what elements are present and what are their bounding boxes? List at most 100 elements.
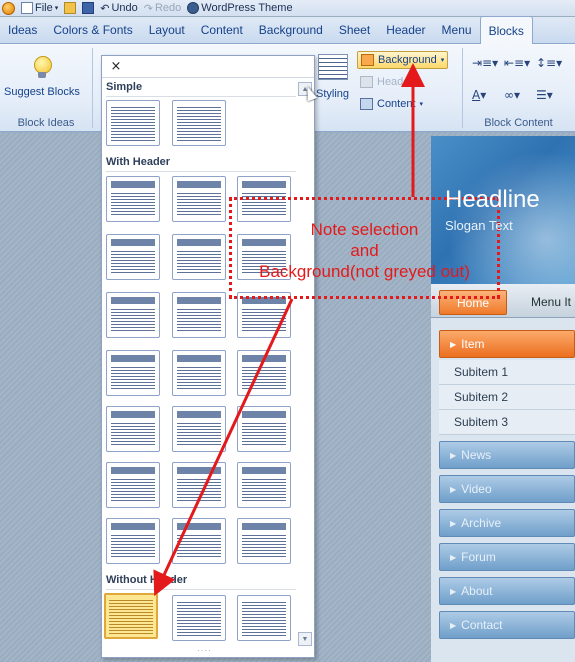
block-thumbnail[interactable] bbox=[106, 406, 160, 452]
tab-ideas[interactable]: Ideas bbox=[0, 16, 45, 43]
header-button[interactable]: Header bbox=[357, 73, 416, 91]
group-separator bbox=[92, 48, 93, 128]
triangle-right-icon: ▶ bbox=[450, 552, 457, 562]
block-thumbnail[interactable] bbox=[106, 292, 160, 338]
block-thumbnail[interactable] bbox=[237, 595, 291, 641]
header-icon bbox=[360, 76, 373, 88]
lightbulb-icon bbox=[31, 56, 53, 82]
block-thumbnail[interactable] bbox=[237, 350, 291, 396]
submenu-item[interactable]: Subitem 2 bbox=[439, 385, 575, 410]
list-icon[interactable]: ☰▾ bbox=[536, 88, 553, 102]
font-color-icon[interactable]: A▾ bbox=[472, 88, 486, 102]
open-button[interactable] bbox=[64, 2, 77, 14]
block-thumbnail[interactable] bbox=[106, 234, 160, 280]
vmenu-item-archive[interactable]: ▶ Archive bbox=[439, 509, 575, 537]
line-spacing-icon[interactable]: ↕≡▾ bbox=[536, 56, 562, 70]
indent-icon[interactable]: ⇥≡▾ bbox=[472, 56, 498, 70]
undo-icon: ↶ bbox=[100, 1, 110, 15]
block-content-group-label: Block Content bbox=[484, 117, 553, 129]
block-thumbnail[interactable] bbox=[237, 518, 291, 564]
vmenu-item-contact[interactable]: ▶ Contact bbox=[439, 611, 575, 639]
styling-button[interactable]: Styling bbox=[316, 54, 349, 100]
site-headline: Headline bbox=[445, 186, 540, 213]
triangle-right-icon: ▶ bbox=[450, 586, 457, 596]
wordpress-theme-button[interactable]: WordPress Theme bbox=[187, 2, 293, 14]
triangle-right-icon: ▶ bbox=[450, 484, 457, 494]
submenu-item[interactable]: Subitem 3 bbox=[439, 410, 575, 435]
section-heading-simple: Simple bbox=[106, 81, 143, 93]
folder-icon bbox=[64, 2, 77, 14]
tab-sheet[interactable]: Sheet bbox=[331, 16, 378, 43]
section-heading-without-header: Without Header bbox=[106, 574, 188, 586]
submenu-item[interactable]: Subitem 1 bbox=[439, 360, 575, 385]
section-divider bbox=[106, 589, 296, 590]
section-divider bbox=[106, 171, 296, 172]
background-icon bbox=[361, 54, 374, 66]
vmenu-item-active[interactable]: ▶ Item bbox=[439, 330, 575, 358]
block-thumbnail[interactable] bbox=[106, 176, 160, 222]
vmenu-item-about[interactable]: ▶ About bbox=[439, 577, 575, 605]
suggest-blocks-button[interactable]: Suggest Blocks bbox=[4, 56, 80, 98]
vmenu-item-video[interactable]: ▶ Video bbox=[439, 475, 575, 503]
block-thumbnail[interactable] bbox=[172, 234, 226, 280]
block-thumbnail-selected[interactable] bbox=[104, 593, 158, 639]
gallery-toolbar: × bbox=[102, 56, 314, 78]
content-icon bbox=[360, 98, 373, 110]
tab-menu[interactable]: Menu bbox=[434, 16, 480, 43]
close-icon[interactable]: × bbox=[108, 59, 124, 75]
block-thumbnail[interactable] bbox=[172, 176, 226, 222]
block-thumbnail[interactable] bbox=[106, 518, 160, 564]
triangle-right-icon: ▶ bbox=[450, 518, 457, 528]
tab-colors-fonts[interactable]: Colors & Fonts bbox=[45, 16, 140, 43]
block-thumbnail[interactable] bbox=[172, 518, 226, 564]
block-thumbnail[interactable] bbox=[172, 462, 226, 508]
block-ideas-group-label: Block Ideas bbox=[17, 117, 75, 129]
block-thumbnail[interactable] bbox=[106, 100, 160, 146]
app-orb-icon[interactable] bbox=[2, 1, 15, 15]
triangle-right-icon: ▶ bbox=[450, 339, 457, 349]
nav-menu-item[interactable]: Menu It bbox=[531, 295, 571, 309]
block-thumbnail[interactable] bbox=[237, 406, 291, 452]
link-icon[interactable]: ∞▾ bbox=[504, 88, 520, 102]
site-slogan: Slogan Text bbox=[445, 218, 513, 233]
triangle-right-icon: ▶ bbox=[450, 620, 457, 630]
section-heading-with-header: With Header bbox=[106, 156, 171, 168]
content-dropdown-button[interactable]: Content ▾ bbox=[357, 95, 426, 113]
file-icon bbox=[21, 2, 33, 14]
section-divider bbox=[106, 96, 296, 97]
save-button[interactable] bbox=[82, 2, 95, 14]
block-thumbnail[interactable] bbox=[172, 595, 226, 641]
wordpress-icon bbox=[187, 2, 200, 14]
background-dropdown-button[interactable]: Background ▾ bbox=[357, 51, 449, 69]
save-icon bbox=[82, 2, 95, 14]
styling-icon bbox=[317, 54, 348, 80]
file-menu-button[interactable]: File ▾ bbox=[21, 2, 58, 14]
redo-icon: ↷ bbox=[143, 1, 153, 15]
group-separator bbox=[462, 48, 463, 128]
block-thumbnail[interactable] bbox=[172, 292, 226, 338]
quick-access-toolbar: File ▾ ↶ Undo ↷ Redo WordPress Theme bbox=[0, 0, 575, 16]
tab-header[interactable]: Header bbox=[378, 16, 433, 43]
outdent-icon[interactable]: ⇤≡▾ bbox=[504, 56, 530, 70]
vmenu-item-news[interactable]: ▶ News bbox=[439, 441, 575, 469]
block-thumbnail[interactable] bbox=[172, 350, 226, 396]
resize-grip-icon[interactable]: ···· bbox=[197, 646, 212, 655]
block-thumbnail[interactable] bbox=[237, 462, 291, 508]
vmenu-item-forum[interactable]: ▶ Forum bbox=[439, 543, 575, 571]
tab-content[interactable]: Content bbox=[193, 16, 251, 43]
vertical-menu: ▶ Item Subitem 1 Subitem 2 Subitem 3 ▶ N… bbox=[439, 330, 575, 645]
tab-background[interactable]: Background bbox=[251, 16, 331, 43]
tab-blocks[interactable]: Blocks bbox=[479, 16, 533, 44]
tab-layout[interactable]: Layout bbox=[141, 16, 193, 43]
scroll-down-button[interactable]: ▼ bbox=[298, 632, 312, 646]
triangle-right-icon: ▶ bbox=[450, 450, 457, 460]
block-thumbnail[interactable] bbox=[106, 462, 160, 508]
redo-button[interactable]: ↷ Redo bbox=[144, 2, 182, 15]
block-gallery-popup: × ▲ ▼ Simple With Header Without Header … bbox=[101, 55, 315, 658]
submenu: Subitem 1 Subitem 2 Subitem 3 bbox=[439, 360, 575, 435]
block-thumbnail[interactable] bbox=[172, 100, 226, 146]
ribbon-tabs: Ideas Colors & Fonts Layout Content Back… bbox=[0, 16, 575, 44]
undo-button[interactable]: ↶ Undo bbox=[100, 2, 138, 15]
block-thumbnail[interactable] bbox=[106, 350, 160, 396]
block-thumbnail[interactable] bbox=[172, 406, 226, 452]
